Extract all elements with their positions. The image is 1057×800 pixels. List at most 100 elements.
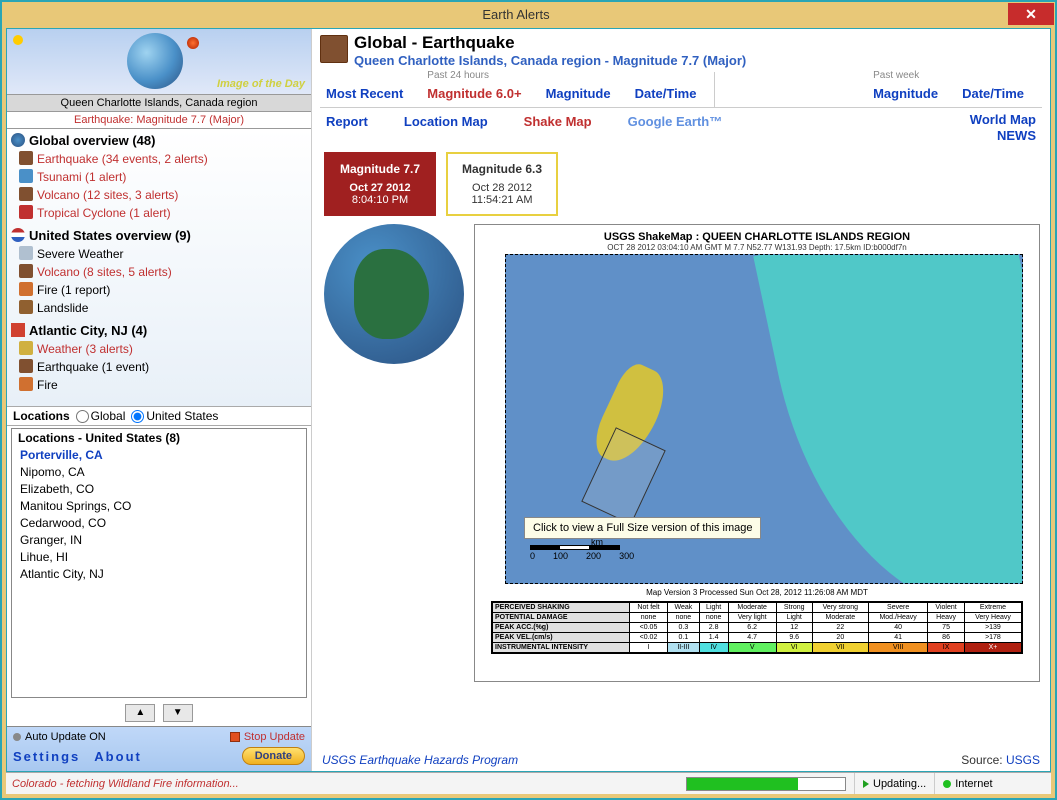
status-dot-icon [13,733,21,741]
donate-button[interactable]: Donate [242,747,305,765]
fault-rect-shape [581,427,666,525]
content-area: Image of the Day Queen Charlotte Islands… [6,28,1051,772]
overview-item-fire-city[interactable]: Fire [11,376,307,394]
tab-news[interactable]: NEWS [964,128,1042,144]
shakemap-subtitle: OCT 28 2012 03:04:10 AM GMT M 7.7 N52.77… [481,243,1033,252]
locations-label: Locations [13,409,70,423]
overview-item-volcano-us[interactable]: Volcano (8 sites, 5 alerts) [11,263,307,281]
image-of-day-banner[interactable]: Image of the Day [7,29,311,95]
tab-datetime-week[interactable]: Date/Time [956,84,1042,107]
about-link[interactable]: About [94,749,142,764]
tsunami-icon [19,169,33,183]
location-item[interactable]: Manitou Springs, CO [18,498,300,515]
tab-google-earth[interactable]: Google Earth™ [622,112,753,144]
location-item[interactable]: Lihue, HI [18,549,300,566]
globe-small-icon [11,133,25,147]
stop-icon [230,732,240,742]
region-sub: Earthquake: Magnitude 7.7 (Major) [7,112,311,129]
overview-item-earthquake[interactable]: Earthquake (34 events, 2 alerts) [11,150,307,168]
globe-icon [127,33,183,89]
shakemap-footer: Map Version 3 Processed Sun Oct 28, 2012… [481,588,1033,597]
tab-report[interactable]: Report [320,112,398,144]
event-card-selected[interactable]: Magnitude 7.7 Oct 27 2012 8:04:10 PM [324,152,436,216]
main-subtitle: Queen Charlotte Islands, Canada region -… [354,53,746,68]
fullsize-tooltip: Click to view a Full Size version of thi… [524,517,761,539]
city-overview-title[interactable]: Atlantic City, NJ (4) [11,323,307,338]
us-overview-section: United States overview (9) Severe Weathe… [11,228,307,317]
intensity-legend: PERCEIVED SHAKINGNot feltWeakLightModera… [491,601,1023,654]
overview-item-landslide[interactable]: Landslide [11,299,307,317]
online-dot-icon [943,780,951,788]
tab-magnitude-6[interactable]: Magnitude 6.0+ [421,84,539,107]
global-overview-title[interactable]: Global overview (48) [11,133,307,148]
progress-bar [686,777,846,791]
location-item[interactable]: Porterville, CA [18,447,300,464]
main-panel: Global - Earthquake Queen Charlotte Isla… [312,29,1050,771]
down-button[interactable]: ▼ [163,704,193,722]
tab-most-recent[interactable]: Most Recent [320,84,421,107]
tab-shake-map[interactable]: Shake Map [518,112,622,144]
location-item[interactable]: Granger, IN [18,532,300,549]
sidebar: Image of the Day Queen Charlotte Islands… [7,29,312,771]
severe-weather-icon [19,246,33,260]
overview-item-weather[interactable]: Weather (3 alerts) [11,340,307,358]
us-overview-title[interactable]: United States overview (9) [11,228,307,243]
tab-datetime[interactable]: Date/Time [629,84,715,107]
source-link[interactable]: USGS [1006,753,1040,767]
status-message: Colorado - fetching Wildland Fire inform… [6,778,686,790]
event-card[interactable]: Magnitude 6.3 Oct 28 2012 11:54:21 AM [446,152,558,216]
secondary-tabs: Report Location Map Shake Map Google Ear… [320,107,1042,146]
volcano-icon [19,264,33,278]
auto-update-status: Auto Update ON [13,731,106,743]
overview-item-severe-weather[interactable]: Severe Weather [11,245,307,263]
locations-list: Locations - United States (8) Portervill… [11,428,307,698]
window-title: Earth Alerts [24,7,1008,22]
tab-location-map[interactable]: Location Map [398,112,518,144]
volcano-icon [19,187,33,201]
tab-magnitude[interactable]: Magnitude [540,84,629,107]
banner-indicator-icon [13,35,23,45]
shakemap-title: USGS ShakeMap : QUEEN CHARLOTTE ISLANDS … [481,231,1033,243]
radio-us[interactable]: United States [131,409,218,423]
region-header: Queen Charlotte Islands, Canada region [7,95,311,112]
settings-link[interactable]: Settings [13,749,80,764]
main-footer: USGS Earthquake Hazards Program Source: … [320,749,1042,767]
coastline-shape [753,254,1023,584]
location-filter: Locations Global United States [7,407,311,426]
radio-global[interactable]: Global [76,409,126,423]
status-bar: Colorado - fetching Wildland Fire inform… [6,772,1051,794]
event-cards: Magnitude 7.7 Oct 27 2012 8:04:10 PM Mag… [324,152,1042,216]
overview-item-cyclone[interactable]: Tropical Cyclone (1 alert) [11,204,307,222]
source-program-link[interactable]: USGS Earthquake Hazards Program [322,753,518,767]
overview-item-earthquake-city[interactable]: Earthquake (1 event) [11,358,307,376]
location-globe[interactable]: ★ [324,224,464,364]
shakemap-image[interactable]: USGS ShakeMap : QUEEN CHARLOTTE ISLANDS … [474,224,1040,682]
weather-icon [19,341,33,355]
primary-tabs: Most Recent Past 24 hours Magnitude 6.0+… [320,72,1042,107]
tab-world-map[interactable]: World Map [964,112,1042,128]
location-item[interactable]: Elizabeth, CO [18,481,300,498]
fire-icon [19,377,33,391]
internet-indicator[interactable]: Internet [934,773,1000,794]
close-button[interactable]: ✕ [1008,3,1054,25]
up-button[interactable]: ▲ [125,704,155,722]
location-item[interactable]: Atlantic City, NJ [18,566,300,583]
stop-update-button[interactable]: Stop Update [230,731,305,743]
overview-item-tsunami[interactable]: Tsunami (1 alert) [11,168,307,186]
location-item[interactable]: Cedarwood, CO [18,515,300,532]
banner-label: Image of the Day [217,78,305,90]
updating-indicator[interactable]: Updating... [854,773,934,794]
overview-panel: Global overview (48) Earthquake (34 even… [7,129,311,407]
locations-list-title: Locations - United States (8) [18,431,300,445]
main-title: Global - Earthquake [354,33,746,53]
location-item[interactable]: Nipomo, CA [18,464,300,481]
epicenter-star-icon: ★ [372,306,386,326]
landslide-icon [19,300,33,314]
earthquake-icon [19,359,33,373]
fire-icon [19,282,33,296]
overview-item-fire[interactable]: Fire (1 report) [11,281,307,299]
main-header: Global - Earthquake Queen Charlotte Isla… [320,33,1042,68]
overview-item-volcano[interactable]: Volcano (12 sites, 3 alerts) [11,186,307,204]
tab-magnitude-week[interactable]: Magnitude [867,84,956,107]
city-overview-section: Atlantic City, NJ (4) Weather (3 alerts)… [11,323,307,394]
